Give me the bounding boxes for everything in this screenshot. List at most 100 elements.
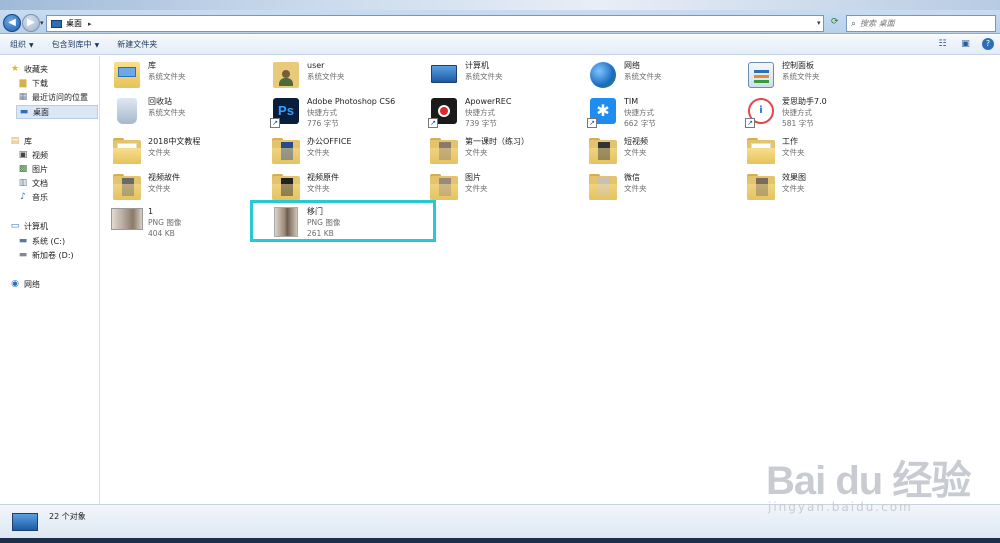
item-folder-pictures[interactable]: 图片 文件夹 (428, 172, 578, 208)
address-bar[interactable]: 桌面 ▸ (46, 15, 824, 32)
highlight-annotation-box (250, 200, 436, 242)
item-type: 文件夹 (624, 184, 647, 193)
item-type: 文件夹 (148, 184, 171, 193)
item-folder-work[interactable]: 工作 文件夹 (745, 136, 895, 172)
item-count: 22 个对象 (49, 512, 86, 521)
item-name: 1 (148, 207, 154, 216)
item-recycle-bin[interactable]: 回收站 系统文件夹 (111, 96, 261, 132)
item-name: 短视频 (624, 137, 648, 146)
item-library[interactable]: 库系统文件夹 (111, 60, 261, 96)
nav-pictures-label: 图片 (32, 165, 48, 174)
video-icon: ▣ (18, 150, 28, 160)
forward-button[interactable]: ▶ (22, 14, 40, 32)
search-placeholder: 搜索 桌面 (860, 19, 895, 28)
image-thumbnail-icon (111, 206, 143, 238)
item-type: 快捷方式 (465, 108, 495, 117)
item-computer[interactable]: 计算机 系统文件夹 (428, 60, 578, 96)
library-icon (111, 60, 143, 92)
item-size: 404 KB (148, 229, 175, 238)
item-apowerrec[interactable]: ↗ ApowerREC 快捷方式 739 字节 (428, 96, 578, 132)
new-folder-button[interactable]: 新建文件夹 (117, 39, 157, 50)
file-list: 库系统文件夹 user 系统文件夹 计算机 系统文件夹 网络 系统文件夹 控制面板 系统… (101, 56, 1000, 504)
shortcut-arrow-icon: ↗ (428, 118, 438, 128)
nav-libraries-label: 库 (24, 137, 32, 146)
item-folder-renderings[interactable]: 效果图 文件夹 (745, 172, 895, 208)
address-dropdown-icon[interactable]: ▾ (817, 19, 821, 27)
network-icon (587, 60, 619, 92)
item-name: 计算机 (465, 61, 489, 70)
nav-downloads-label: 下载 (32, 79, 48, 88)
control-panel-icon (745, 60, 777, 92)
item-folder-2018[interactable]: 2018中文教程 文件夹 (111, 136, 261, 172)
item-type: 系统文件夹 (307, 72, 345, 81)
item-name: ApowerREC (465, 97, 512, 106)
nav-favorites[interactable]: ★ 收藏夹 (10, 64, 48, 75)
tim-icon: ✱ ↗ (587, 96, 619, 128)
item-name: 库 (148, 61, 156, 70)
chevron-down-icon: ▼ (29, 42, 34, 49)
nav-music[interactable]: ♪ 音乐 (18, 192, 48, 203)
item-name: user (307, 61, 325, 70)
item-folder-wechat[interactable]: 微信 文件夹 (587, 172, 737, 208)
nav-desktop[interactable]: ▬ 桌面 (16, 105, 98, 119)
command-bar: 组织 ▼ 包含到库中 ▼ 新建文件夹 ☷ ▣ ? (0, 35, 1000, 55)
breadcrumb-desktop[interactable]: 桌面 (66, 18, 82, 29)
item-folder-short-video[interactable]: 短视频 文件夹 (587, 136, 737, 172)
pictures-icon: ▩ (18, 164, 28, 174)
item-control-panel[interactable]: 控制面板 系统文件夹 (745, 60, 895, 96)
include-in-library-button[interactable]: 包含到库中 ▼ (52, 39, 100, 50)
nav-downloads[interactable]: ▆ 下载 (18, 78, 48, 89)
recycle-bin-icon (111, 96, 143, 128)
item-photoshop[interactable]: Ps ↗ Adobe Photoshop CS6 快捷方式 776 字节 (270, 96, 420, 132)
nav-videos-label: 视频 (32, 151, 48, 160)
recent-pages-dropdown[interactable]: ▾ (40, 19, 44, 27)
item-name: TIM (624, 97, 639, 106)
item-folder-office[interactable]: 办公OFFICE 文件夹 (270, 136, 420, 172)
preview-pane-icon[interactable]: ▣ (959, 38, 972, 50)
item-tim[interactable]: ✱ ↗ TIM 快捷方式 662 字节 (587, 96, 737, 132)
baidu-watermark: Bai du 经验 jingyan.baidu.com (752, 440, 992, 520)
nav-videos[interactable]: ▣ 视频 (18, 150, 48, 161)
nav-drive-c[interactable]: ▬ 系统 (C:) (18, 236, 65, 247)
item-name: 效果图 (782, 173, 806, 182)
nav-drive-d[interactable]: ▬ 新加卷 (D:) (18, 250, 74, 261)
view-options-icon[interactable]: ☷ (936, 38, 949, 50)
refresh-icon[interactable]: ⟳ (831, 17, 839, 27)
item-size: 581 字节 (782, 119, 814, 128)
item-folder-video-edit[interactable]: 视频故件 文件夹 (111, 172, 261, 208)
item-name: 网络 (624, 61, 640, 70)
item-name: 2018中文教程 (148, 137, 201, 146)
folder-icon (587, 172, 619, 204)
window-titlebar: ◀ ▶ ▾ 桌面 ▸ ▾ ⟳ ⌕ 搜索 桌面 (0, 0, 1000, 34)
item-type: 系统文件夹 (148, 108, 186, 117)
nav-music-label: 音乐 (32, 193, 48, 202)
apowerrec-icon: ↗ (428, 96, 460, 128)
nav-recent-label: 最近访问的位置 (32, 93, 88, 102)
item-image-1[interactable]: 1 PNG 图像 404 KB (111, 206, 261, 242)
nav-recent[interactable]: ▦ 最近访问的位置 (18, 92, 88, 103)
aisi-icon: i ↗ (745, 96, 777, 128)
nav-computer[interactable]: ▭ 计算机 (10, 221, 48, 232)
help-icon[interactable]: ? (982, 38, 994, 50)
nav-network[interactable]: ◉ 网络 (10, 279, 40, 290)
item-user[interactable]: user 系统文件夹 (270, 60, 420, 96)
search-box[interactable]: ⌕ 搜索 桌面 (846, 15, 996, 32)
nav-documents[interactable]: ▥ 文档 (18, 178, 48, 189)
toolbar-right: ☷ ▣ ? (936, 38, 994, 50)
folder-icon (587, 136, 619, 168)
item-network[interactable]: 网络 系统文件夹 (587, 60, 737, 96)
item-aisi[interactable]: i ↗ 爱思助手7.0 快捷方式 581 字节 (745, 96, 895, 132)
system-drive-icon: ▬ (18, 236, 28, 246)
nav-pictures[interactable]: ▩ 图片 (18, 164, 48, 175)
back-button[interactable]: ◀ (3, 14, 21, 32)
item-folder-lesson1[interactable]: 第一课时（练习） 文件夹 (428, 136, 578, 172)
breadcrumb-arrow-icon[interactable]: ▸ (88, 20, 92, 28)
nav-libraries[interactable]: ▤ 库 (10, 136, 32, 147)
item-name: 微信 (624, 173, 640, 182)
star-icon: ★ (10, 64, 20, 74)
item-name: 视频原件 (307, 173, 339, 182)
item-type: 快捷方式 (307, 108, 337, 117)
taskbar (0, 538, 1000, 543)
watermark-main-text: Bai du 经验 (766, 459, 971, 503)
organize-button[interactable]: 组织 ▼ (10, 39, 34, 50)
